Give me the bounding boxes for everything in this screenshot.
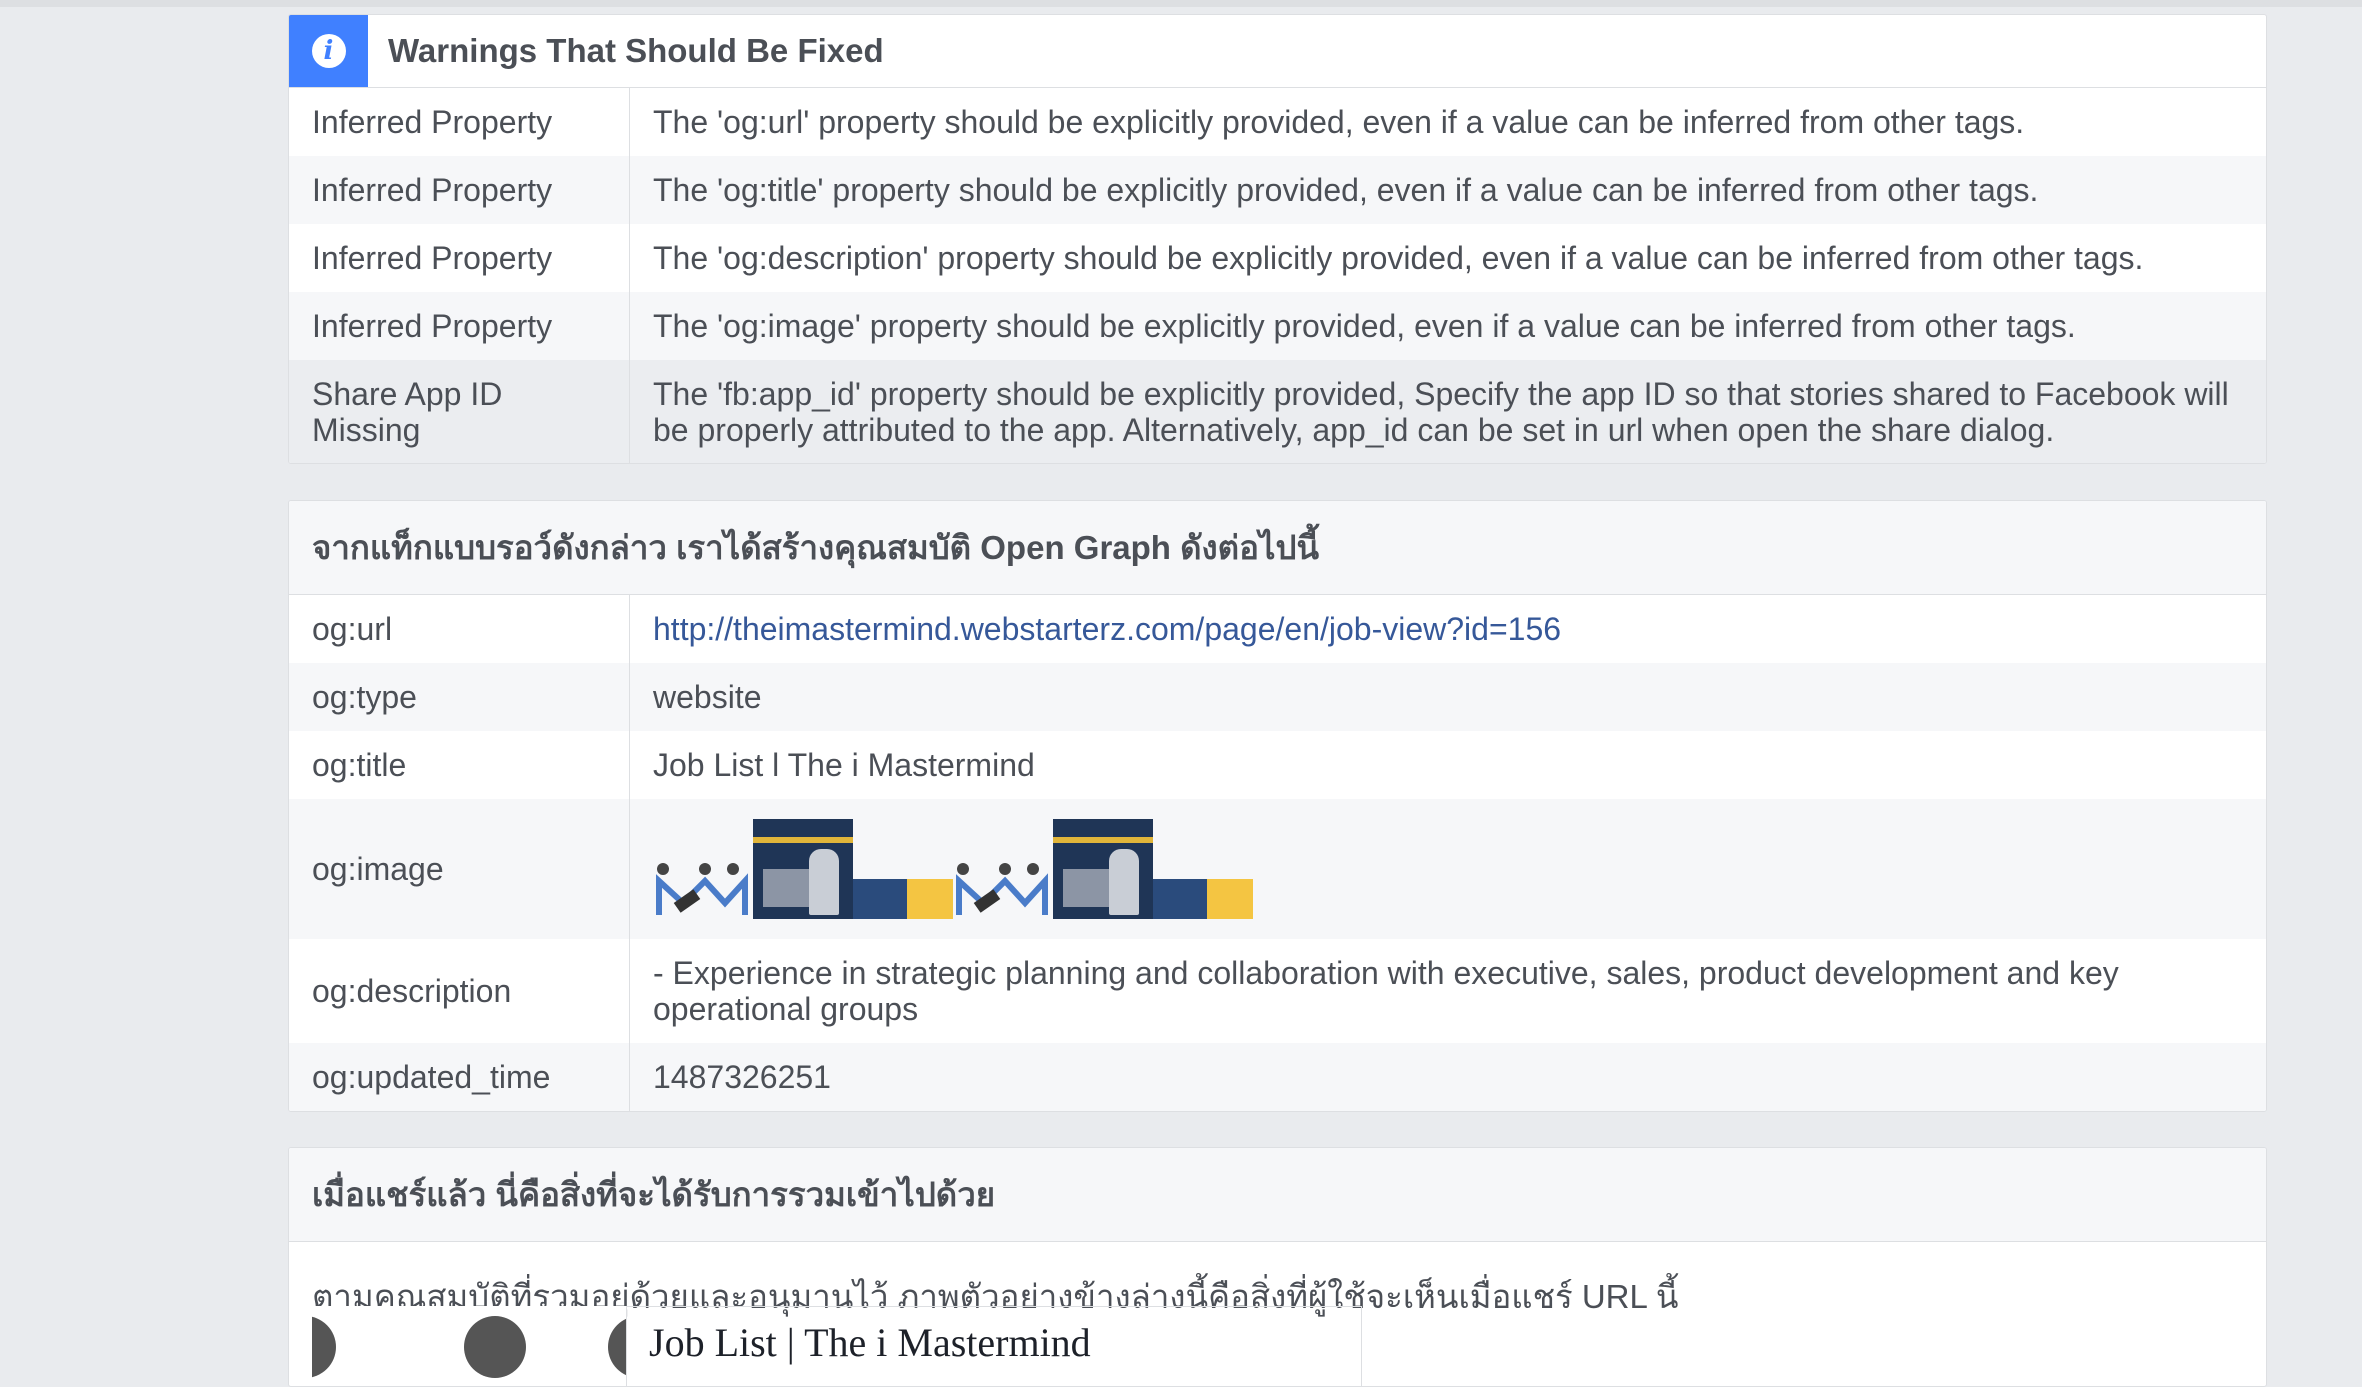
warning-row: Inferred Property The 'og:description' p…: [289, 224, 2266, 292]
og-key: og:title: [289, 731, 630, 799]
warning-label: Inferred Property: [289, 224, 630, 292]
link-preview-card[interactable]: Job List | The i Mastermind: [312, 1306, 1364, 1386]
og-key: og:updated_time: [289, 1043, 630, 1111]
warnings-header: i Warnings That Should Be Fixed: [289, 15, 2266, 88]
og-url-link[interactable]: http://theimastermind.webstarterz.com/pa…: [653, 611, 1561, 647]
warning-message: The 'og:title' property should be explic…: [629, 156, 2266, 224]
top-border: [0, 0, 2362, 7]
og-row-description: og:description - Experience in strategic…: [289, 939, 2266, 1043]
warning-label: Inferred Property: [289, 88, 630, 156]
og-value: 1487326251: [629, 1043, 2266, 1111]
info-icon-box: i: [289, 15, 368, 87]
warning-message: The 'og:description' property should be …: [629, 224, 2266, 292]
banner-thumbnail-1[interactable]: [853, 879, 953, 919]
logo-thumbnail-1[interactable]: [653, 859, 753, 919]
poster-thumbnail-1[interactable]: [753, 819, 853, 919]
warning-label: Share App ID Missing: [289, 360, 630, 463]
share-preview-panel: เมื่อแชร์แล้ว นี่คือสิ่งที่จะได้รับการรว…: [288, 1147, 2267, 1387]
warnings-title: Warnings That Should Be Fixed: [388, 32, 884, 69]
og-image-thumbnails: [653, 819, 2243, 919]
og-properties-table: og:url http://theimastermind.webstarterz…: [289, 595, 2266, 1111]
warning-message: The 'fb:app_id' property should be expli…: [629, 360, 2266, 463]
og-key: og:image: [289, 799, 630, 939]
preview-title: Job List | The i Mastermind: [626, 1306, 1362, 1386]
share-section-heading: เมื่อแชร์แล้ว นี่คือสิ่งที่จะได้รับการรว…: [289, 1148, 2266, 1242]
preview-image: [312, 1306, 626, 1386]
info-icon: i: [311, 34, 346, 68]
warnings-panel: i Warnings That Should Be Fixed Inferred…: [288, 14, 2267, 464]
warning-row: Inferred Property The 'og:url' property …: [289, 88, 2266, 156]
og-key: og:url: [289, 595, 630, 663]
og-row-title: og:title Job List l The i Mastermind: [289, 731, 2266, 799]
og-section-heading: จากแท็กแบบรอว์ดังกล่าว เราได้สร้างคุณสมบ…: [289, 501, 2266, 595]
warning-message: The 'og:image' property should be explic…: [629, 292, 2266, 360]
warning-label: Inferred Property: [289, 292, 630, 360]
og-row-image: og:image: [289, 799, 2266, 939]
warning-row: Inferred Property The 'og:image' propert…: [289, 292, 2266, 360]
poster-thumbnail-2[interactable]: [1053, 819, 1153, 919]
og-value: - Experience in strategic planning and c…: [629, 939, 2266, 1043]
og-properties-panel: จากแท็กแบบรอว์ดังกล่าว เราได้สร้างคุณสมบ…: [288, 500, 2267, 1112]
og-row-url: og:url http://theimastermind.webstarterz…: [289, 595, 2266, 663]
og-key: og:type: [289, 663, 630, 731]
warning-message: The 'og:url' property should be explicit…: [629, 88, 2266, 156]
warning-row: Share App ID Missing The 'fb:app_id' pro…: [289, 360, 2266, 463]
banner-thumbnail-2[interactable]: [1153, 879, 1253, 919]
og-row-type: og:type website: [289, 663, 2266, 731]
og-value: website: [629, 663, 2266, 731]
og-key: og:description: [289, 939, 630, 1043]
warning-row: Inferred Property The 'og:title' propert…: [289, 156, 2266, 224]
warnings-table: Inferred Property The 'og:url' property …: [289, 88, 2266, 463]
og-value: Job List l The i Mastermind: [629, 731, 2266, 799]
og-row-updated-time: og:updated_time 1487326251: [289, 1043, 2266, 1111]
warning-label: Inferred Property: [289, 156, 630, 224]
logo-thumbnail-2[interactable]: [953, 859, 1053, 919]
